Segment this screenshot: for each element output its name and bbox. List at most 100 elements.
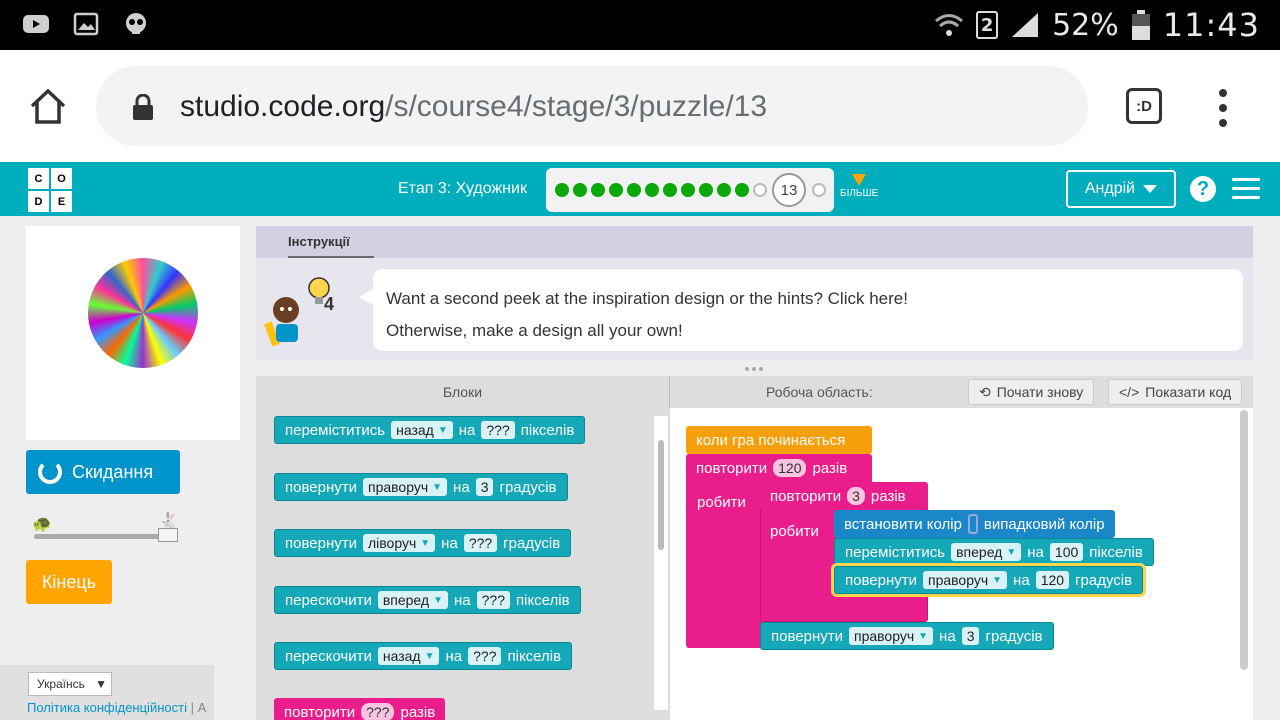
android-status-bar: 2 52% 11:43 — [0, 0, 1280, 50]
triangle-down-icon — [852, 174, 867, 186]
code-icon: </> — [1119, 384, 1140, 400]
progress-dot[interactable] — [717, 183, 731, 197]
start-over-button[interactable]: ⟲ Почати знову — [968, 379, 1095, 405]
repeat-count-field[interactable]: 3 — [847, 487, 865, 505]
youtube-icon — [23, 15, 49, 33]
drawing-canvas — [26, 226, 240, 440]
language-select[interactable]: Українсь ▼ — [28, 672, 112, 696]
artist-drawing — [88, 258, 198, 368]
do-label: робити — [770, 523, 819, 540]
turn-right-3-block[interactable]: повернути праворуч ▼ на 3 градусів — [760, 622, 1054, 650]
codeorg-header: C O D E Етап 3: Художник 13 БІЛЬШЕ Андрі… — [0, 162, 1280, 216]
direction-dropdown[interactable]: вперед ▼ — [377, 591, 448, 609]
caret-down-icon — [1143, 185, 1158, 193]
toolbox-block-turn-left[interactable]: повернути ліворуч ▼ на??? градусів — [274, 529, 572, 557]
progress-dot[interactable] — [699, 183, 713, 197]
toolbox-block-turn-right[interactable]: повернути праворуч ▼ на 3 градусів — [274, 473, 568, 501]
toolbox-block-jump-forward[interactable]: перескочити вперед ▼ на??? пікселів — [274, 586, 581, 614]
more-button[interactable]: БІЛЬШЕ — [840, 174, 878, 199]
code-logo[interactable]: C O D E — [28, 168, 72, 212]
show-code-button[interactable]: </> Показати код — [1108, 379, 1243, 405]
url-bar[interactable]: studio.code.org/s/course4/stage/3/puzzle… — [96, 66, 1088, 146]
value-field[interactable]: ??? — [481, 421, 515, 439]
direction-dropdown[interactable]: праворуч ▼ — [922, 571, 1008, 589]
slider-track[interactable] — [34, 534, 168, 539]
direction-dropdown[interactable]: ліворуч ▼ — [362, 534, 436, 552]
url-host: studio.code.org — [180, 90, 386, 123]
progress-dot[interactable] — [609, 183, 623, 197]
workspace-header: Блоки Робоча область: ⟲ Почати знову </> П… — [256, 376, 1253, 408]
block-toolbox: переміститись назад ▼ на??? пікселів поверну… — [256, 408, 670, 720]
toolbox-block-move-back[interactable]: переміститись назад ▼ на??? пікселів — [274, 416, 586, 444]
user-menu-button[interactable]: Андрій — [1066, 170, 1176, 208]
reset-button[interactable]: Скидання — [26, 450, 180, 494]
character-avatar — [264, 297, 299, 347]
value-field[interactable]: 3 — [961, 627, 980, 645]
progress-dot[interactable] — [753, 183, 767, 197]
hint-bulb-icon[interactable]: 4 — [306, 276, 346, 316]
progress-current-level[interactable]: 13 — [772, 173, 806, 207]
value-field[interactable]: 120 — [1035, 571, 1070, 589]
progress-dot[interactable] — [735, 183, 749, 197]
instruction-line-2: Otherwise, make a design all your own! — [386, 321, 683, 340]
tab-switcher-button[interactable]: :D — [1126, 88, 1162, 124]
hamburger-menu-icon[interactable] — [1232, 178, 1260, 200]
stage-title: Етап 3: Художник — [398, 180, 527, 197]
value-field[interactable]: ??? — [468, 647, 502, 665]
resize-grip-icon[interactable] — [744, 366, 764, 372]
progress-dot[interactable] — [681, 183, 695, 197]
value-field[interactable]: ??? — [476, 591, 510, 609]
when-run-block[interactable]: коли гра починається — [686, 426, 872, 454]
progress-dot[interactable] — [555, 183, 569, 197]
turn-right-120-block[interactable]: повернути праворуч ▼ на 120 градусів — [830, 563, 1147, 597]
url-text[interactable]: studio.code.org/s/course4/stage/3/puzzle… — [180, 90, 767, 124]
battery-percent: 52% — [1052, 7, 1119, 43]
sim-badge: 2 — [976, 11, 999, 39]
progress-dot[interactable] — [663, 183, 677, 197]
clock: 11:43 — [1162, 6, 1260, 44]
toolbox-scrollbar[interactable] — [654, 416, 668, 710]
workspace-scrollbar[interactable] — [1240, 410, 1248, 670]
progress-dot[interactable] — [645, 183, 659, 197]
direction-dropdown[interactable]: вперед ▼ — [951, 543, 1022, 561]
lock-icon — [133, 94, 153, 120]
finish-button[interactable]: Кінець — [26, 560, 112, 604]
value-field[interactable]: 100 — [1049, 543, 1084, 561]
skull-icon — [126, 13, 146, 34]
toolbox-block-repeat[interactable]: повторити??? разів — [274, 698, 446, 720]
instruction-bubble[interactable]: Want a second peek at the inspiration de… — [359, 269, 1243, 351]
signal-icon — [1012, 13, 1039, 37]
direction-dropdown[interactable]: назад ▼ — [377, 647, 440, 665]
slider-thumb[interactable] — [158, 528, 178, 542]
dropdown-arrow-icon: ▼ — [95, 677, 107, 691]
browser-toolbar: studio.code.org/s/course4/stage/3/puzzle… — [0, 50, 1280, 162]
speed-slider[interactable]: 🐢 🐇 — [26, 512, 226, 542]
repeat-count-field[interactable]: 120 — [773, 459, 807, 477]
privacy-link[interactable]: Політика конфіденційності | A — [27, 700, 206, 715]
more-vert-icon[interactable] — [1218, 88, 1228, 128]
set-color-block[interactable]: встановити колір випадковий колір — [834, 510, 1115, 538]
value-field[interactable]: ??? — [361, 703, 395, 720]
direction-dropdown[interactable]: праворуч ▼ — [362, 478, 448, 496]
tab-instructions[interactable]: Інструкції — [288, 234, 350, 249]
toolbox-label: Блоки — [256, 376, 670, 408]
move-forward-block[interactable]: переміститись вперед ▼ на 100 пікселів — [834, 538, 1154, 566]
direction-dropdown[interactable]: праворуч ▼ — [848, 627, 934, 645]
direction-dropdown[interactable]: назад ▼ — [391, 421, 453, 439]
instruction-line-1[interactable]: Want a second peek at the inspiration de… — [386, 283, 1230, 315]
progress-dot[interactable] — [812, 183, 826, 197]
value-field[interactable]: ??? — [463, 534, 498, 552]
help-icon[interactable]: ? — [1190, 176, 1216, 202]
progress-dot[interactable] — [627, 183, 641, 197]
value-field[interactable]: 3 — [475, 478, 494, 496]
turtle-icon: 🐢 — [32, 516, 52, 533]
progress-dot[interactable] — [591, 183, 605, 197]
home-icon[interactable] — [28, 86, 68, 126]
repeat-3-header[interactable]: повторити 3 разів — [760, 482, 928, 510]
toolbox-block-jump-back[interactable]: перескочити назад ▼ на??? пікселів — [274, 642, 573, 670]
repeat-120-header[interactable]: повторити 120 разів — [686, 454, 872, 482]
progress-dot[interactable] — [573, 183, 587, 197]
undo-icon: ⟲ — [979, 383, 991, 400]
instructions-body: 4 Want a second peek at the inspiration … — [256, 258, 1253, 360]
do-label: робити — [697, 494, 746, 511]
